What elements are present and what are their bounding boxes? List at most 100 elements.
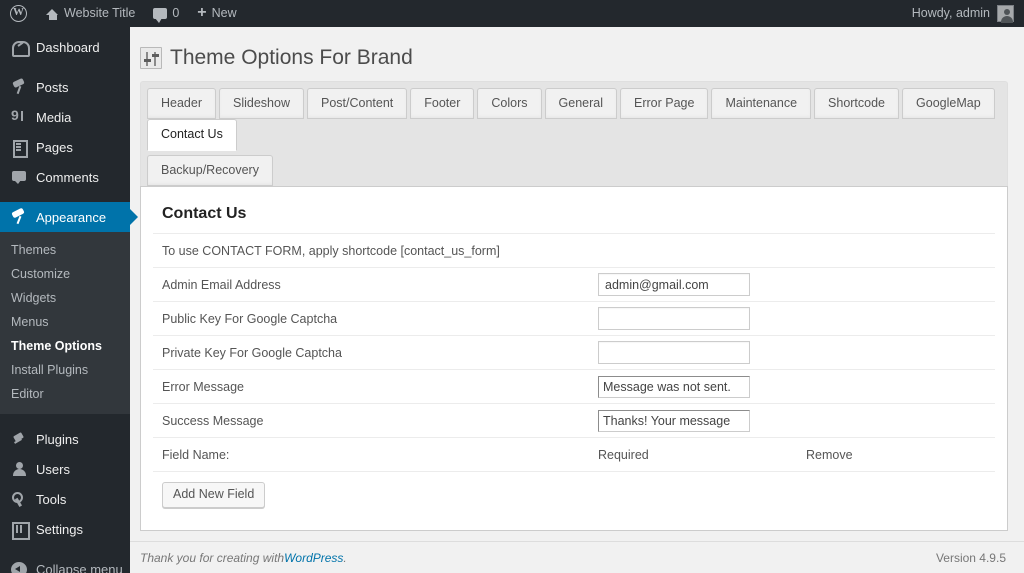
page-header: Theme Options For Brand (130, 27, 1024, 75)
sidebar-item-tools[interactable]: Tools (0, 484, 130, 514)
sidebar-subitem-theme-options[interactable]: Theme Options (0, 334, 130, 358)
field-control (598, 307, 995, 330)
sidebar-item-media[interactable]: Media (0, 102, 130, 132)
field-control (598, 273, 995, 296)
field-name-columns: Required Remove (598, 448, 995, 462)
tab-post-content[interactable]: Post/Content (306, 88, 408, 119)
appearance-submenu: Themes Customize Widgets Menus Theme Opt… (0, 232, 130, 414)
sidebar-subitem-widgets[interactable]: Widgets (0, 286, 130, 310)
admin-bar: Website Title 0 + New Howdy, admin (0, 0, 1024, 27)
add-new-field-button[interactable]: Add New Field (162, 482, 266, 508)
sidebar-item-pages[interactable]: Pages (0, 132, 130, 162)
sidebar-item-label: Collapse menu (36, 561, 123, 573)
remove-column-header: Remove (806, 447, 853, 462)
shortcode-notice-row: To use CONTACT FORM, apply shortcode [co… (153, 233, 995, 267)
row-error-message: Error Message Message was not sent. Try (153, 369, 995, 403)
collapse-arrow-icon (11, 561, 27, 573)
row-field-name-headers: Field Name: Required Remove (153, 437, 995, 471)
site-name-menu[interactable]: Website Title (37, 0, 144, 27)
field-control: Message was not sent. Try (598, 375, 995, 398)
admin-sidebar: Dashboard Posts Media Pages Comments App… (0, 27, 138, 573)
row-admin-email: Admin Email Address (153, 267, 995, 301)
sidebar-item-label: Plugins (36, 431, 79, 447)
sidebar-item-label: Comments (36, 169, 99, 185)
admin-email-input[interactable] (598, 273, 750, 296)
my-account-menu[interactable]: Howdy, admin (912, 0, 1024, 27)
comment-bubble-icon (153, 7, 168, 23)
sidebar-subitem-menus[interactable]: Menus (0, 310, 130, 334)
field-control: Thanks! Your message has (598, 409, 995, 432)
plus-icon: + (197, 4, 207, 21)
avatar (997, 5, 1014, 23)
required-column-header: Required (598, 447, 649, 462)
tab-colors[interactable]: Colors (477, 88, 542, 119)
sidebar-item-settings[interactable]: Settings (0, 514, 130, 544)
field-label: Private Key For Google Captcha (162, 345, 342, 360)
paintbrush-icon (11, 209, 27, 225)
tab-row-2: Backup/Recovery (147, 155, 1001, 186)
tab-error-page[interactable]: Error Page (620, 88, 709, 119)
sidebar-item-posts[interactable]: Posts (0, 72, 130, 102)
tab-googlemap[interactable]: GoogleMap (902, 88, 995, 119)
theme-options-icon (140, 47, 162, 69)
sidebar-collapse-menu[interactable]: Collapse menu (0, 554, 130, 573)
pin-icon (11, 79, 27, 95)
sidebar-item-label: Users (36, 461, 70, 477)
field-label: Admin Email Address (162, 277, 281, 292)
sidebar-item-appearance[interactable]: Appearance (0, 202, 138, 232)
success-message-textarea[interactable]: Thanks! Your message has (598, 409, 750, 432)
add-field-row: Add New Field (153, 471, 995, 508)
shortcode-notice: To use CONTACT FORM, apply shortcode [co… (162, 243, 500, 258)
comment-bubble-icon (11, 169, 27, 185)
home-icon (46, 8, 59, 20)
comment-count: 0 (172, 6, 180, 20)
wordpress-logo-button[interactable] (0, 0, 37, 27)
tab-maintenance[interactable]: Maintenance (711, 88, 812, 119)
tab-footer[interactable]: Footer (410, 88, 475, 119)
panel-heading: Contact Us (162, 205, 247, 222)
sidebar-item-comments[interactable]: Comments (0, 162, 130, 192)
sidebar-subitem-install-plugins[interactable]: Install Plugins (0, 358, 130, 382)
sidebar-subitem-themes[interactable]: Themes (0, 238, 130, 262)
sidebar-item-dashboard[interactable]: Dashboard (0, 32, 130, 62)
footer-thanks-suffix: . (343, 550, 347, 565)
pages-icon (11, 139, 28, 158)
dashboard-icon (11, 39, 30, 57)
tab-slideshow[interactable]: Slideshow (219, 88, 304, 119)
contact-us-panel: Contact Us To use CONTACT FORM, apply sh… (140, 186, 1008, 531)
public-key-input[interactable] (598, 307, 750, 330)
site-title-label: Website Title (64, 6, 136, 20)
field-label: Success Message (162, 413, 264, 428)
sidebar-item-label: Dashboard (36, 39, 100, 55)
tab-backup-recovery[interactable]: Backup/Recovery (147, 155, 273, 186)
sidebar-item-label: Appearance (36, 209, 107, 225)
sidebar-item-plugins[interactable]: Plugins (0, 424, 130, 454)
sidebar-item-label: Media (36, 109, 72, 125)
tab-bar: Header Slideshow Post/Content Footer Col… (140, 81, 1008, 186)
page-title: Theme Options For Brand (170, 46, 413, 69)
private-key-input[interactable] (598, 341, 750, 364)
sidebar-item-users[interactable]: Users (0, 454, 130, 484)
sidebar-subitem-editor[interactable]: Editor (0, 382, 130, 406)
sidebar-item-label: Settings (36, 521, 83, 537)
wrench-icon (11, 491, 27, 507)
new-content-menu[interactable]: + New (188, 0, 245, 27)
tab-general[interactable]: General (544, 88, 617, 119)
howdy-label: Howdy, admin (911, 6, 990, 20)
tab-contact-us[interactable]: Contact Us (147, 119, 237, 151)
wordpress-link[interactable]: WordPress (284, 551, 343, 565)
tab-header[interactable]: Header (147, 88, 216, 119)
tab-row-1: Header Slideshow Post/Content Footer Col… (147, 88, 1001, 151)
sidebar-subitem-customize[interactable]: Customize (0, 262, 130, 286)
plugins-icon (11, 431, 27, 447)
sidebar-item-label: Pages (36, 139, 73, 155)
field-name-label: Field Name: (162, 447, 230, 462)
sidebar-item-label: Tools (36, 491, 67, 507)
row-private-key: Private Key For Google Captcha (153, 335, 995, 369)
field-label: Public Key For Google Captcha (162, 311, 338, 326)
tab-shortcode[interactable]: Shortcode (814, 88, 900, 119)
admin-footer: Thank you for creating with WordPress . … (130, 541, 1024, 573)
media-icon (11, 107, 27, 125)
comments-bubble[interactable]: 0 (144, 0, 188, 27)
error-message-textarea[interactable]: Message was not sent. Try (598, 375, 750, 398)
